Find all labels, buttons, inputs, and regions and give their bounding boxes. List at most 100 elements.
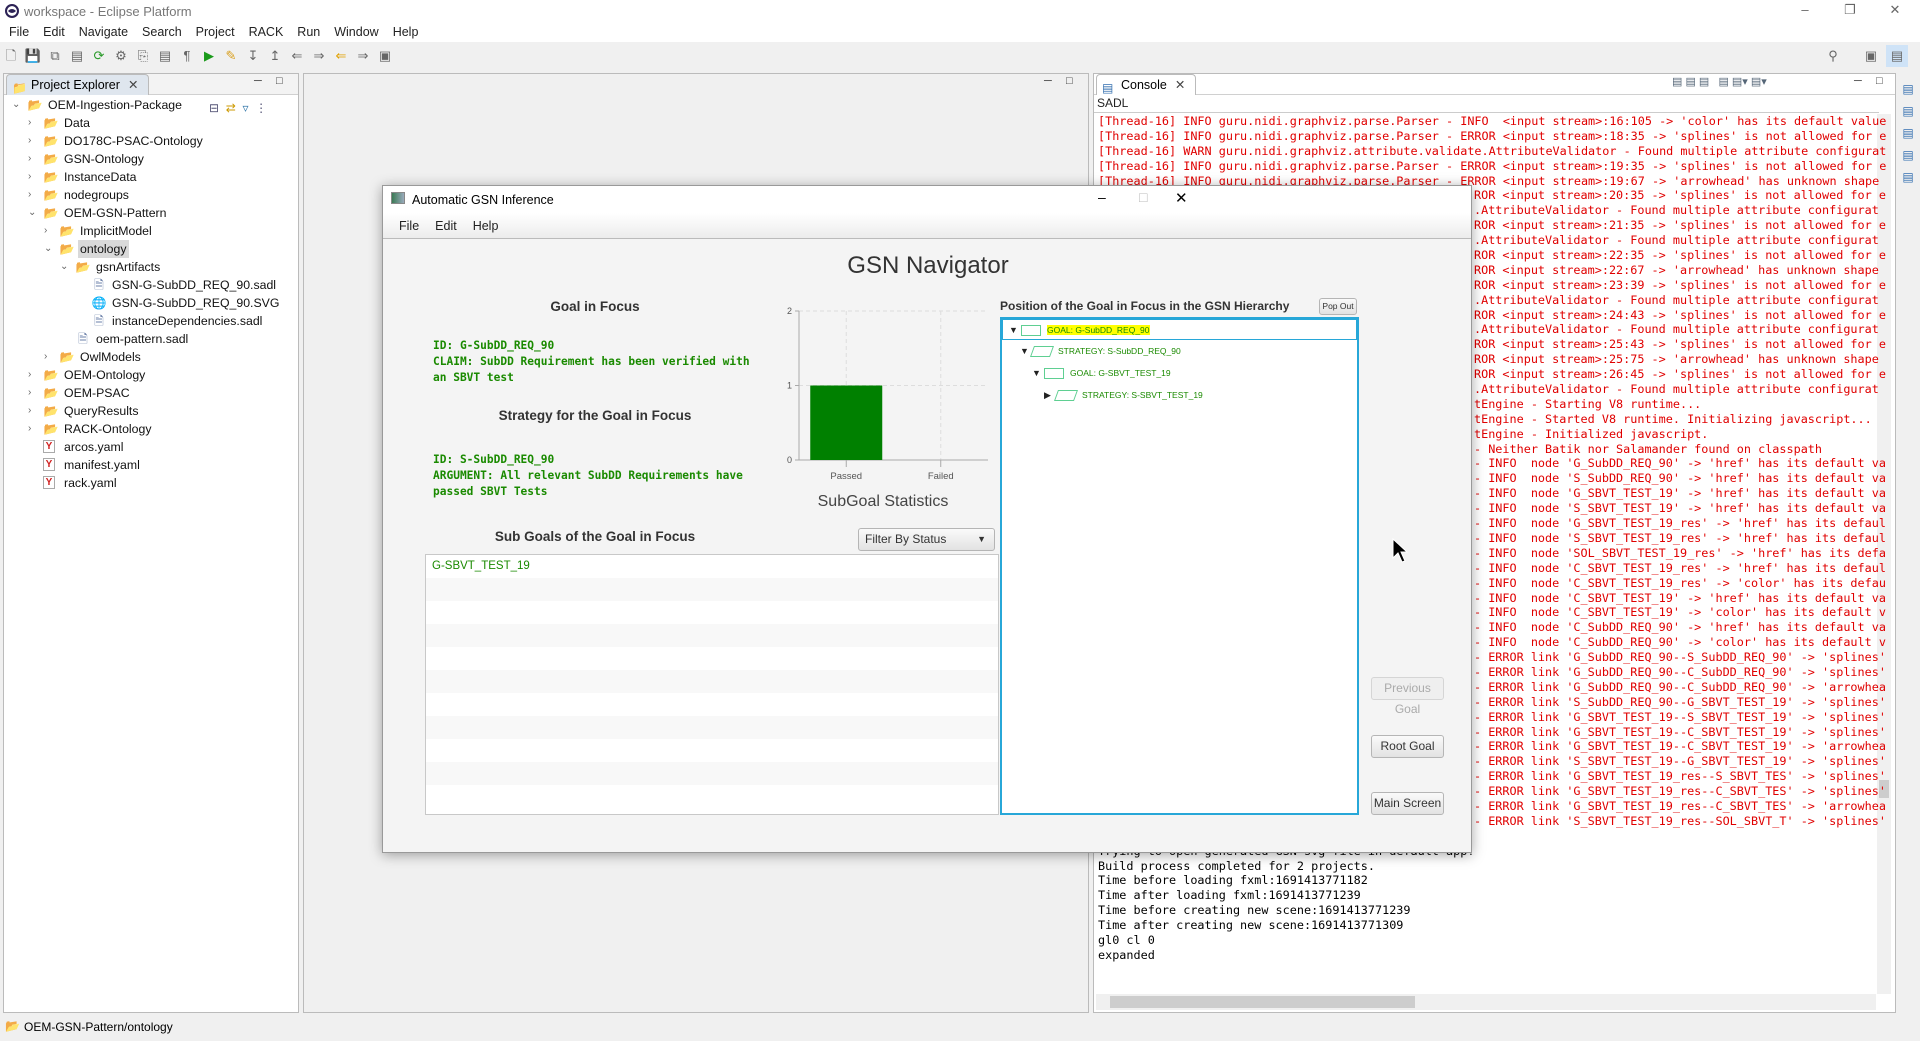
subgoal-list-item[interactable] — [426, 693, 998, 716]
subgoal-list-item[interactable] — [426, 624, 998, 647]
tree-item[interactable]: › 📂 QueryResults — [4, 402, 294, 420]
tree-item[interactable]: › 📂 DO178C-PSAC-Ontology — [4, 132, 294, 150]
subgoals-list[interactable]: G-SBVT_TEST_19 — [425, 554, 999, 815]
open-perspective-icon[interactable]: ▣ — [1860, 45, 1882, 67]
view-icon[interactable]: ▤ — [1898, 100, 1918, 122]
refresh-icon[interactable]: ⟳ — [88, 45, 110, 67]
menu-rack[interactable]: RACK — [249, 22, 284, 42]
menu-search[interactable]: Search — [142, 22, 182, 42]
save-all-icon[interactable]: ⧉ — [44, 45, 66, 67]
copy-icon[interactable]: ⎘ — [132, 45, 154, 67]
menu-project[interactable]: Project — [196, 22, 235, 42]
close-button[interactable]: ✕ — [1880, 2, 1910, 18]
menu-file[interactable]: File — [9, 22, 29, 42]
view-icon[interactable]: ▤ — [1898, 122, 1918, 144]
chevron-right-icon[interactable]: › — [28, 384, 40, 402]
tree-item[interactable]: › 📂 ImplicitModel — [4, 222, 294, 240]
minimize-button[interactable]: – — [1790, 2, 1820, 17]
chevron-down-icon[interactable]: ⌄ — [12, 96, 24, 114]
dialog-minimize-button[interactable]: – — [1098, 189, 1106, 205]
gsn-tree-node[interactable]: ▶ STRATEGY: S-SBVT_TEST_19 — [1044, 385, 1203, 405]
tree-item[interactable]: Yarcos.yaml — [4, 438, 294, 456]
forward-icon[interactable]: ⇒ — [352, 45, 374, 67]
triangle-down-icon[interactable]: ▼ — [1032, 363, 1044, 383]
pen-icon[interactable]: ✎ — [220, 45, 242, 67]
editor-minimize-icon[interactable]: ─ — [1044, 75, 1052, 87]
run-icon[interactable]: ▶ — [198, 45, 220, 67]
tree-item[interactable]: 🗎 oem-pattern.sadl — [4, 330, 294, 348]
chevron-right-icon[interactable]: › — [28, 402, 40, 420]
tree-item[interactable]: ⌄ 📂 gsnArtifacts — [4, 258, 294, 276]
tree-item[interactable]: 🗎 GSN-G-SubDD_REQ_90.sadl — [4, 276, 294, 294]
chevron-right-icon[interactable]: › — [28, 186, 40, 204]
subgoal-list-item[interactable] — [426, 670, 998, 693]
pin-icon[interactable]: ▣ — [374, 45, 396, 67]
dialog-close-button[interactable]: ✕ — [1175, 189, 1188, 207]
tree-item[interactable]: ⌄ 📂 OEM-Ingestion-Package — [4, 96, 294, 114]
dialog-menu-edit[interactable]: Edit — [435, 213, 457, 239]
subgoal-list-item[interactable] — [426, 785, 998, 808]
tree-item[interactable]: › 📂 Data — [4, 114, 294, 132]
menu-run[interactable]: Run — [297, 22, 320, 42]
restore-icon[interactable]: ▤ — [1898, 78, 1918, 100]
maximize-icon[interactable]: □ — [276, 75, 283, 87]
pop-out-button[interactable]: Pop Out — [1319, 298, 1357, 315]
tab-console[interactable]: ▤ Console ✕ — [1096, 74, 1197, 95]
tree-item[interactable]: › 📂 OEM-PSAC — [4, 384, 294, 402]
chevron-right-icon[interactable]: › — [28, 114, 40, 132]
chevron-right-icon[interactable]: › — [28, 150, 40, 168]
tree-item[interactable]: Yrack.yaml — [4, 474, 294, 492]
chevron-right-icon[interactable]: › — [28, 366, 40, 384]
horizontal-scrollbar[interactable] — [1096, 994, 1876, 1010]
tree-item[interactable]: › 📂 GSN-Ontology — [4, 150, 294, 168]
subgoal-list-item[interactable] — [426, 739, 998, 762]
next-annotation-icon[interactable]: ↧ — [242, 45, 264, 67]
main-screen-button[interactable]: Main Screen — [1371, 792, 1444, 815]
menu-help[interactable]: Help — [393, 22, 419, 42]
dialog-menu-file[interactable]: File — [399, 213, 419, 239]
chevron-down-icon[interactable]: ⌄ — [44, 240, 56, 258]
back-icon[interactable]: ⇐ — [330, 45, 352, 67]
page-icon[interactable]: ▤ — [154, 45, 176, 67]
filter-by-status-dropdown[interactable]: Filter By Status ▼ — [858, 528, 995, 551]
chevron-down-icon[interactable]: ⌄ — [60, 258, 72, 276]
forward-edit-icon[interactable]: ⇒ — [308, 45, 330, 67]
dialog-maximize-button[interactable]: □ — [1139, 189, 1147, 205]
triangle-down-icon[interactable]: ▼ — [1009, 320, 1021, 340]
chevron-right-icon[interactable]: › — [28, 132, 40, 150]
tree-item[interactable]: › 📂 nodegroups — [4, 186, 294, 204]
tree-item[interactable]: Ymanifest.yaml — [4, 456, 294, 474]
gsn-tree-node[interactable]: ▼ GOAL: G-SubDD_REQ_90 — [1002, 319, 1357, 340]
save-icon[interactable]: 💾 — [22, 45, 44, 67]
settings-icon[interactable]: ⚙ — [110, 45, 132, 67]
tree-item[interactable]: ⌄ 📂 OEM-GSN-Pattern — [4, 204, 294, 222]
restore-button[interactable]: ❐ — [1835, 2, 1865, 18]
editor-maximize-icon[interactable]: □ — [1066, 75, 1073, 87]
menu-edit[interactable]: Edit — [43, 22, 65, 42]
close-tab-icon[interactable]: ✕ — [1175, 78, 1185, 92]
subgoal-list-item[interactable] — [426, 716, 998, 739]
tab-project-explorer[interactable]: 📁 Project Explorer ✕ — [6, 74, 150, 95]
prev-annotation-icon[interactable]: ↥ — [264, 45, 286, 67]
tree-item[interactable]: › 📂 OEM-Ontology — [4, 366, 294, 384]
gsn-tree-node[interactable]: ▼ STRATEGY: S-SubDD_REQ_90 — [1020, 341, 1181, 361]
previous-goal-button[interactable]: Previous Goal — [1371, 677, 1444, 716]
menu-window[interactable]: Window — [334, 22, 378, 42]
gsn-hierarchy-tree[interactable]: ▼ GOAL: G-SubDD_REQ_90 ▼ STRATEGY: S-SubDD_… — [1000, 317, 1359, 815]
subgoal-list-item[interactable] — [426, 647, 998, 670]
binary-icon[interactable]: ▤ — [66, 45, 88, 67]
tree-item[interactable]: › 📂 OwlModels — [4, 348, 294, 366]
tree-item[interactable]: 🌐 GSN-G-SubDD_REQ_90.SVG — [4, 294, 294, 312]
chevron-right-icon[interactable]: › — [44, 222, 56, 240]
close-tab-icon[interactable]: ✕ — [128, 78, 138, 92]
tree-item[interactable]: ⌄ 📂 ontology — [4, 240, 294, 258]
chevron-right-icon[interactable]: › — [28, 420, 40, 438]
pilcrow-icon[interactable]: ¶ — [176, 45, 198, 67]
subgoal-list-item[interactable]: G-SBVT_TEST_19 — [426, 555, 998, 578]
new-icon[interactable]: 🗋 — [0, 45, 22, 67]
horizontal-scroll-thumb[interactable] — [1110, 996, 1415, 1008]
chevron-down-icon[interactable]: ⌄ — [28, 204, 40, 222]
minimize-icon[interactable]: ─ — [1854, 75, 1862, 87]
minimize-icon[interactable]: ─ — [254, 75, 262, 87]
search-icon[interactable]: ⚲ — [1822, 45, 1844, 67]
